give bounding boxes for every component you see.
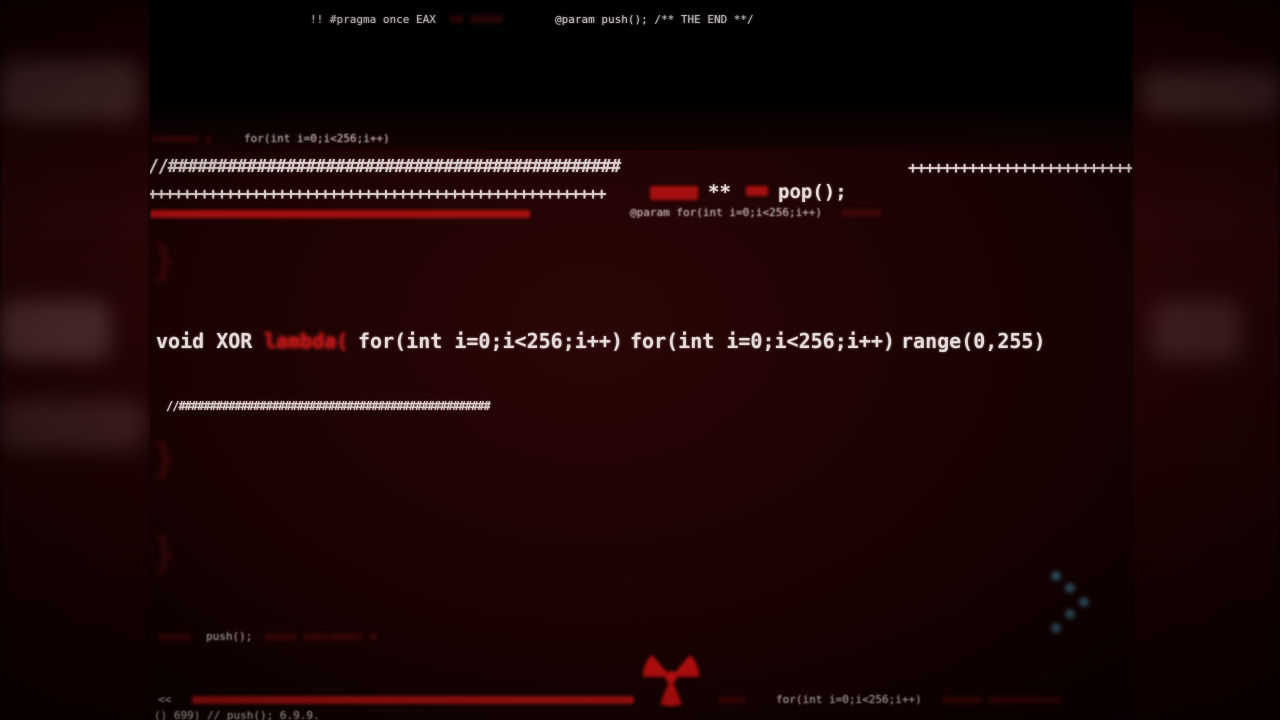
left-smear-3 bbox=[0, 400, 145, 450]
right-smear-1 bbox=[1142, 70, 1280, 115]
radiation-hazard-icon bbox=[642, 655, 700, 707]
push-red-blur-left: xxxxx bbox=[158, 630, 192, 643]
left-red-blur: xxxxxxx x bbox=[152, 132, 212, 145]
code-screen: !! #pragma once EAX XX XXXXX @param push… bbox=[150, 0, 1132, 720]
plus-line-left: ++++++++++++++++++++++++++++++++++++++++… bbox=[150, 184, 607, 203]
top-red-blur: XX XXXXX bbox=[450, 13, 503, 26]
plus-line-right: +++++++++++++++++++++++++++ bbox=[908, 158, 1132, 177]
code-top-param: @param push(); /** THE END **/ bbox=[555, 13, 754, 26]
ghost-brace-1: } bbox=[152, 238, 177, 284]
bottom-red-bar bbox=[192, 696, 634, 704]
red-underline-bar bbox=[150, 210, 530, 218]
bottom-red-blur-left: xxxx bbox=[718, 693, 745, 706]
ghost-brace-2: } bbox=[152, 436, 177, 482]
main-for-1: for(int i=0;i<256;i++) bbox=[358, 329, 623, 353]
dot-cluster-icon bbox=[1051, 571, 1089, 633]
left-blurred-panel bbox=[0, 0, 150, 720]
red-blur-mark bbox=[746, 186, 768, 196]
right-smear-2 bbox=[1152, 300, 1242, 360]
ghost-brace-3: } bbox=[152, 530, 177, 576]
comment-hash-line: //######################################… bbox=[166, 399, 491, 413]
red-blur-block bbox=[650, 186, 698, 200]
main-lambda: lambda( bbox=[264, 329, 349, 353]
bottom-for: for(int i=0;i<256;i++) bbox=[776, 693, 922, 706]
param-for: @param for(int i=0;i<256;i++) bbox=[630, 206, 823, 219]
main-range: range(0,255) bbox=[901, 329, 1046, 353]
code-top-line: !! #pragma once EAX bbox=[310, 13, 436, 26]
hash-divider-line: //######################################… bbox=[150, 156, 621, 177]
main-for-2: for(int i=0;i<256;i++) bbox=[630, 329, 895, 353]
left-smear-1 bbox=[0, 60, 140, 120]
left-smear-2 bbox=[0, 300, 110, 360]
double-star: ** bbox=[708, 181, 731, 203]
push-red-blur-right: xxxxx xxx(xxxx) x bbox=[264, 630, 377, 643]
right-red-blur: xxxxxx bbox=[842, 206, 882, 219]
main-void-xor: void XOR bbox=[156, 329, 253, 353]
blurred-code-screen: !! #pragma once EAX XX XXXXX @param push… bbox=[0, 0, 1280, 720]
code-for-small: for(int i=0;i<256;i++) bbox=[244, 132, 390, 145]
push-call: push(); bbox=[206, 630, 253, 643]
right-blurred-panel bbox=[1132, 0, 1280, 720]
bottom-red-blur-right: xxxxxx xxxxxxxxxxx bbox=[942, 693, 1062, 706]
bottom-last-line: () 699) // push(); 6.9.9. bbox=[154, 709, 320, 720]
pop-call: pop(); bbox=[778, 181, 847, 203]
bottom-chevron: << bbox=[158, 693, 172, 706]
